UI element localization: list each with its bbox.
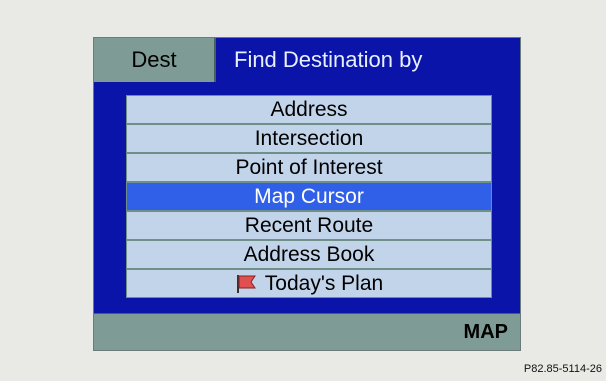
screen-title: Find Destination by: [234, 47, 423, 72]
menu-item-address-book[interactable]: Address Book: [127, 241, 491, 268]
reference-code: P82.85-5114-26: [523, 363, 602, 375]
menu-item-label: Intersection: [254, 126, 364, 150]
destination-menu: Address Intersection Point of Interest M…: [126, 95, 492, 298]
menu-item-label: Today's Plan: [264, 271, 384, 295]
menu-item-recent-route[interactable]: Recent Route: [127, 212, 491, 239]
menu-item-intersection[interactable]: Intersection: [127, 125, 491, 152]
menu-item-label: Recent Route: [244, 213, 374, 237]
flag-icon: [236, 274, 256, 293]
map-button[interactable]: MAP: [464, 321, 508, 344]
menu-item-label: Point of Interest: [235, 155, 383, 179]
menu-item-label: Map Cursor: [254, 184, 364, 208]
menu-item-label: Address: [270, 97, 348, 121]
dest-tab[interactable]: Dest: [94, 38, 216, 82]
menu-item-map-cursor[interactable]: Map Cursor: [127, 183, 491, 210]
footer-bar: MAP: [94, 313, 520, 350]
menu-item-todays-plan[interactable]: Today's Plan: [127, 270, 491, 297]
menu-item-label: Address Book: [243, 242, 375, 266]
menu-item-point-of-interest[interactable]: Point of Interest: [127, 154, 491, 181]
nav-screen: Dest Find Destination by Address Interse…: [93, 37, 521, 351]
menu-item-address[interactable]: Address: [127, 96, 491, 123]
